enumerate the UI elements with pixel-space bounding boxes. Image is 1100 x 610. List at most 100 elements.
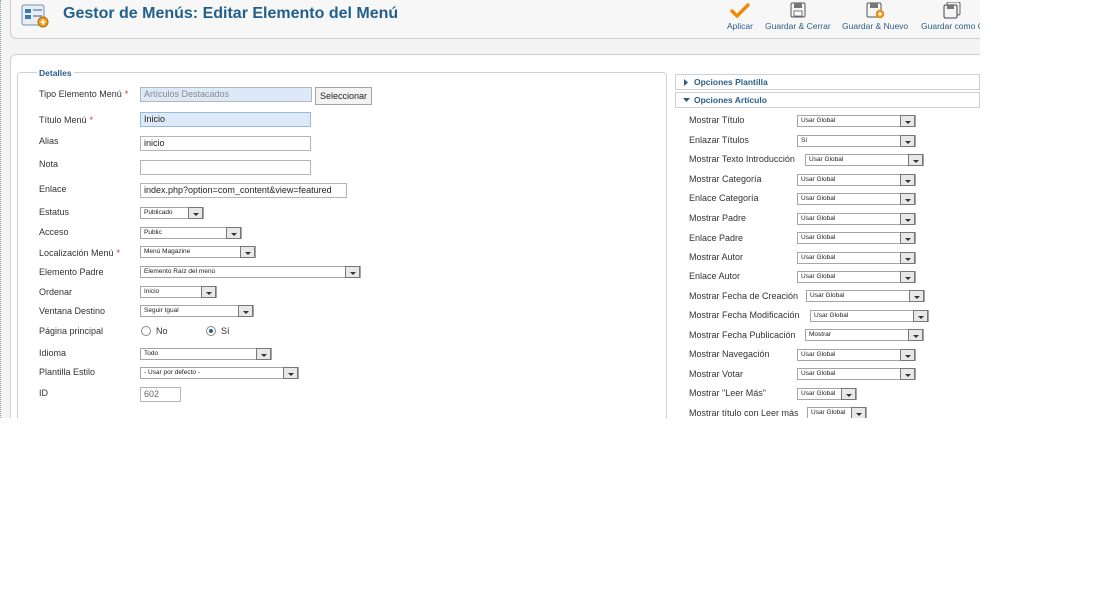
chevron-down-icon	[345, 266, 360, 278]
ventana-select[interactable]: Seguir Igual	[140, 305, 254, 317]
option-value: Usar Global	[801, 176, 836, 183]
padre-value: Elemento Raíz del menú	[144, 268, 216, 275]
option-value: Usar Global	[801, 195, 836, 202]
chevron-down-icon	[900, 252, 915, 264]
pane2-title: Opciones Artículo	[694, 95, 767, 105]
option-select[interactable]: Usar Global	[797, 349, 916, 361]
padre-label: Elemento Padre	[39, 267, 104, 277]
nota-input[interactable]	[140, 160, 311, 175]
plantilla-select[interactable]: - Usar por defecto -	[140, 367, 299, 379]
option-select[interactable]: Usar Global	[797, 232, 916, 244]
acceso-label: Acceso	[39, 227, 69, 237]
option-select[interactable]: Usar Global	[810, 310, 929, 322]
acceso-select[interactable]: Public	[140, 227, 242, 239]
save-new-label: Guardar & Nuevo	[842, 21, 909, 31]
option-value: Mostrar	[809, 331, 832, 338]
chevron-down-icon	[900, 213, 915, 225]
option-select[interactable]: Mostrar	[805, 329, 924, 341]
save-close-label: Guardar & Cerrar	[765, 21, 831, 31]
chevron-down-icon	[909, 290, 924, 302]
option-label: Mostrar Votar	[689, 369, 744, 379]
option-value: Usar Global	[801, 390, 836, 397]
chevron-down-icon	[851, 407, 866, 418]
chevron-down-icon	[900, 349, 915, 361]
principal-no-radio[interactable]	[141, 326, 151, 336]
padre-select[interactable]: Elemento Raíz del menú	[140, 266, 361, 278]
option-label: Enlace Autor	[689, 271, 741, 281]
save-copy-button[interactable]: Guardar como C	[921, 2, 980, 31]
localizacion-value: Menú Magazine	[144, 248, 191, 255]
option-select[interactable]: Usar Global	[797, 252, 916, 264]
option-value: Usar Global	[801, 215, 836, 222]
option-value: Usar Global	[801, 273, 836, 280]
chevron-down-icon	[188, 207, 203, 219]
chevron-down-icon	[900, 271, 915, 283]
chevron-down-icon	[900, 174, 915, 186]
option-select[interactable]: Usar Global	[805, 154, 924, 166]
enlace-input[interactable]: index.php?option=com_content&view=featur…	[140, 183, 347, 198]
alias-input[interactable]: inicio	[140, 136, 311, 151]
option-label: Mostrar Fecha de Creación	[689, 291, 799, 301]
chevron-down-icon	[201, 286, 216, 298]
ventana-value: Seguir Igual	[144, 307, 179, 314]
option-select[interactable]: Usar Global	[797, 213, 916, 225]
principal-si-label: Sí	[221, 326, 230, 336]
required-star: *	[89, 115, 94, 125]
option-value: Usar Global	[809, 156, 844, 163]
header-bar: Gestor de Menús: Editar Elemento del Men…	[10, 0, 980, 39]
estatus-select[interactable]: Publicado	[140, 207, 204, 219]
chevron-down-icon	[283, 367, 298, 379]
tipo-field: Artículos Destacados	[140, 87, 312, 102]
principal-si-radio[interactable]	[206, 326, 216, 336]
option-value: Usar Global	[801, 254, 836, 261]
option-label: Mostrar Título	[689, 115, 745, 125]
option-label: Mostrar Categoría	[689, 174, 762, 184]
estatus-label: Estatus	[39, 207, 70, 217]
option-select[interactable]: Usar Global	[807, 407, 867, 418]
save-copy-label: Guardar como C	[921, 21, 980, 31]
chevron-down-icon	[900, 368, 915, 380]
localizacion-select[interactable]: Menú Magazine	[140, 246, 256, 258]
option-label: Mostrar Texto Introducción	[689, 154, 795, 164]
ventana-label: Ventana Destino	[39, 306, 106, 316]
idioma-select[interactable]: Todo	[140, 348, 272, 360]
localizacion-label-text: Localización Menú	[39, 248, 114, 258]
option-select[interactable]: Usar Global	[797, 193, 916, 205]
titulo-label: Título Menú *	[39, 115, 93, 125]
pane-opciones-plantilla[interactable]: Opciones Plantilla	[675, 74, 980, 90]
id-field: 602	[140, 387, 181, 402]
chevron-down-icon	[900, 193, 915, 205]
option-value: Usar Global	[811, 409, 846, 416]
option-select[interactable]: Usar Global	[797, 388, 857, 400]
ordenar-select[interactable]: Inicio	[140, 286, 217, 298]
caret-right-icon	[684, 79, 688, 86]
option-label: Mostrar Navegación	[689, 349, 770, 359]
save-new-button[interactable]: Guardar & Nuevo	[842, 2, 908, 31]
select-button[interactable]: Seleccionar	[315, 87, 373, 105]
option-label: Enlazar Títulos	[689, 135, 749, 145]
screenshot-area: Gestor de Menús: Editar Elemento del Men…	[0, 0, 980, 418]
option-select[interactable]: Usar Global	[797, 115, 916, 127]
option-select[interactable]: Sí	[797, 135, 916, 147]
option-value: Usar Global	[801, 234, 836, 241]
acceso-value: Public	[144, 229, 162, 236]
plantilla-label: Plantilla Estilo	[39, 367, 96, 377]
details-fieldset	[17, 72, 667, 418]
chevron-down-icon	[240, 246, 255, 258]
save-close-button[interactable]: Guardar & Cerrar	[765, 2, 831, 31]
enlace-label: Enlace	[39, 184, 67, 194]
option-select[interactable]: Usar Global	[806, 290, 925, 302]
option-select[interactable]: Usar Global	[797, 271, 916, 283]
titulo-input[interactable]: Inicio	[140, 112, 311, 127]
titulo-label-text: Título Menú	[39, 115, 87, 125]
pane-opciones-articulo[interactable]: Opciones Artículo	[675, 92, 980, 108]
ordenar-value: Inicio	[144, 288, 160, 295]
chevron-down-icon	[900, 135, 915, 147]
apply-button[interactable]: Aplicar	[727, 2, 753, 31]
option-select[interactable]: Usar Global	[797, 368, 916, 380]
save-copy-icon	[943, 2, 961, 19]
ordenar-label: Ordenar	[39, 287, 73, 297]
tipo-label-text: Tipo Elemento Menú	[39, 89, 122, 99]
option-select[interactable]: Usar Global	[797, 174, 916, 186]
chevron-down-icon	[841, 388, 856, 400]
